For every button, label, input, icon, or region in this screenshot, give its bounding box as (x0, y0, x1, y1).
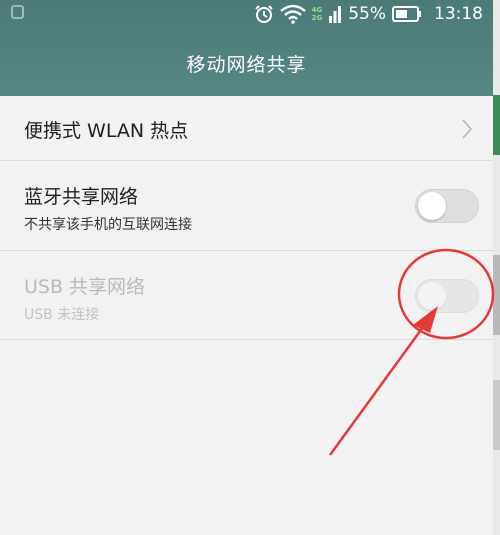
notification-icon (10, 3, 26, 21)
background-strip-block (493, 380, 500, 450)
network-badge-bottom: 2G (311, 14, 323, 22)
row-usb-tethering: USB 共享网络 USB 未连接 (0, 251, 493, 340)
app-header: 4G 2G 55% 13:18 移动网络共享 (0, 0, 493, 96)
row-label: 蓝牙共享网络 (24, 186, 139, 208)
row-portable-wlan-hotspot[interactable]: 便携式 WLAN 热点 (0, 96, 493, 161)
row-description: 不共享该手机的互联网连接 (24, 217, 192, 233)
chevron-right-icon (461, 118, 473, 144)
clock: 13:18 (434, 4, 483, 24)
usb-tethering-toggle[interactable] (415, 279, 479, 313)
toggle-knob (418, 282, 446, 310)
signal-icon (328, 4, 342, 24)
battery-icon (392, 5, 422, 23)
wifi-icon (279, 4, 306, 24)
row-label: USB 共享网络 (24, 276, 146, 298)
network-badge-top: 4G (311, 6, 323, 14)
page-title: 移动网络共享 (186, 54, 307, 76)
background-strip-block (493, 95, 500, 155)
bluetooth-tethering-toggle[interactable] (415, 189, 479, 223)
battery-percent: 55% (348, 4, 386, 24)
background-strip-block (493, 255, 500, 335)
network-type-badge: 4G 2G (312, 6, 323, 22)
status-bar: 4G 2G 55% 13:18 (0, 0, 493, 28)
toggle-knob (418, 192, 446, 220)
row-bluetooth-tethering: 蓝牙共享网络 不共享该手机的互联网连接 (0, 161, 493, 251)
row-label: 便携式 WLAN 热点 (24, 120, 189, 142)
phone-screen: 4G 2G 55% 13:18 移动网络共享 便携式 WLAN 热点 蓝牙共享网… (0, 0, 493, 535)
background-strip (493, 0, 500, 535)
row-description: USB 未连接 (24, 307, 100, 323)
alarm-icon (254, 4, 274, 24)
